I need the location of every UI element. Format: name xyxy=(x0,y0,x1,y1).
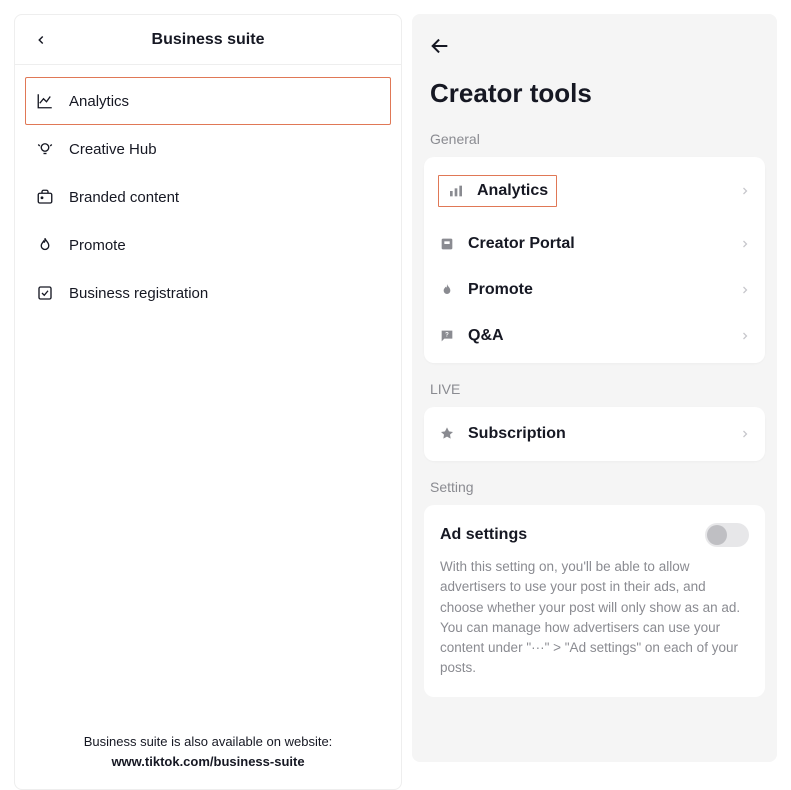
back-button-right[interactable] xyxy=(426,32,454,60)
business-suite-panel: Business suite Analytics Creative Hub Br… xyxy=(14,14,402,790)
toggle-knob xyxy=(707,525,727,545)
menu-label: Branded content xyxy=(69,189,179,206)
ad-settings-toggle[interactable] xyxy=(705,523,749,547)
card-label: Analytics xyxy=(477,182,548,200)
svg-text:?: ? xyxy=(445,333,449,339)
portal-icon xyxy=(438,235,456,253)
card-label: Creator Portal xyxy=(468,235,575,253)
chevron-right-icon xyxy=(739,284,751,296)
chevron-right-icon xyxy=(739,330,751,342)
menu-item-branded-content[interactable]: Branded content xyxy=(25,173,391,221)
menu-label: Business registration xyxy=(69,285,208,302)
question-icon: ? xyxy=(438,327,456,345)
card-label: Subscription xyxy=(468,425,566,443)
ad-settings-row: Ad settings xyxy=(440,523,749,547)
right-panel-title: Creator tools xyxy=(430,78,777,109)
card-item-creator-portal[interactable]: Creator Portal xyxy=(424,221,765,267)
card-item-analytics[interactable]: Analytics xyxy=(424,161,765,221)
menu-label: Analytics xyxy=(69,93,129,110)
menu-item-analytics[interactable]: Analytics xyxy=(25,77,391,125)
flame-icon xyxy=(438,281,456,299)
section-label-setting: Setting xyxy=(430,479,777,495)
left-panel-title: Business suite xyxy=(15,31,401,49)
footer-link[interactable]: www.tiktok.com/business-suite xyxy=(111,754,304,769)
chevron-right-icon xyxy=(739,238,751,250)
registration-icon xyxy=(35,283,55,303)
card-item-promote[interactable]: Promote xyxy=(424,267,765,313)
left-footer: Business suite is also available on webs… xyxy=(15,732,401,771)
ad-settings-card: Ad settings With this setting on, you'll… xyxy=(424,505,765,697)
menu-item-creative-hub[interactable]: Creative Hub xyxy=(25,125,391,173)
arrow-left-icon xyxy=(429,35,451,57)
general-card: Analytics Creator Portal Promote xyxy=(424,157,765,363)
lightbulb-icon xyxy=(35,139,55,159)
section-label-general: General xyxy=(430,131,777,147)
chevron-left-icon xyxy=(34,33,48,47)
card-item-qa[interactable]: ? Q&A xyxy=(424,313,765,359)
branded-content-icon xyxy=(35,187,55,207)
menu-item-business-registration[interactable]: Business registration xyxy=(25,269,391,317)
card-item-subscription[interactable]: Subscription xyxy=(424,411,765,457)
card-label: Q&A xyxy=(468,327,504,345)
left-header: Business suite xyxy=(15,15,401,65)
card-label: Promote xyxy=(468,281,533,299)
menu-label: Promote xyxy=(69,237,126,254)
menu-label: Creative Hub xyxy=(69,141,157,158)
chevron-right-icon xyxy=(739,428,751,440)
chart-icon xyxy=(447,182,465,200)
subscription-icon xyxy=(438,425,456,443)
creator-tools-panel: Creator tools General Analytics Creator … xyxy=(412,14,777,762)
chevron-right-icon xyxy=(739,185,751,197)
flame-icon xyxy=(35,235,55,255)
ad-settings-title: Ad settings xyxy=(440,526,527,544)
live-card: Subscription xyxy=(424,407,765,461)
menu-item-promote[interactable]: Promote xyxy=(25,221,391,269)
section-label-live: LIVE xyxy=(430,381,777,397)
left-menu: Analytics Creative Hub Branded content P… xyxy=(15,65,401,329)
ad-settings-description: With this setting on, you'll be able to … xyxy=(440,557,749,679)
back-button-left[interactable] xyxy=(29,28,53,52)
analytics-icon xyxy=(35,91,55,111)
footer-text: Business suite is also available on webs… xyxy=(84,734,333,749)
